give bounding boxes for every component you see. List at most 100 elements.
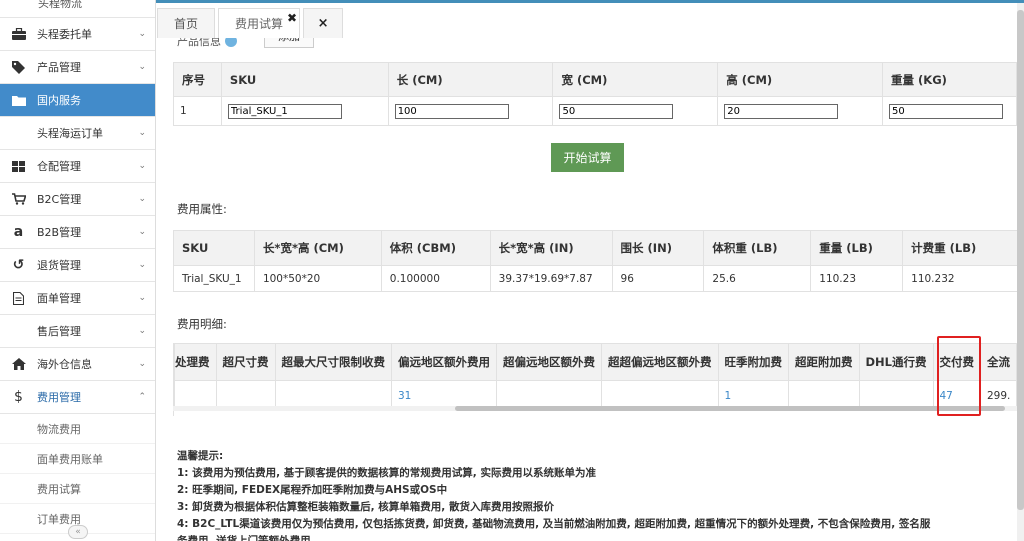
column-header: 旺季附加费 bbox=[717, 343, 789, 381]
sidebar-item-label: 售后管理 bbox=[37, 325, 81, 338]
sidebar-item-labels[interactable]: 面单管理 ⌄ bbox=[0, 282, 155, 315]
sidebar-item-inbound-orders[interactable]: 头程委托单 ⌄ bbox=[0, 18, 155, 51]
chevron-up-icon: ⌃ bbox=[138, 392, 146, 402]
chevron-down-icon: ⌄ bbox=[138, 29, 146, 39]
column-header: 高 (CM) bbox=[717, 62, 884, 97]
input-table: 序号 SKU 长 (CM) 宽 (CM) 高 (CM) 重量 (KG) 1 bbox=[173, 62, 1017, 126]
width-input[interactable] bbox=[559, 103, 674, 119]
notes-title: 温馨提示: bbox=[177, 450, 224, 462]
column-header: 重量 (LB) bbox=[810, 230, 904, 266]
scrollbar-thumb[interactable] bbox=[455, 406, 1005, 411]
sidebar-item-after-sales[interactable]: 售后管理 ⌄ bbox=[0, 315, 155, 348]
main-content: 产品信息 添加 序号 SKU 长 (CM) 宽 (CM) 高 (CM) 重量 (… bbox=[157, 38, 1017, 541]
grid-icon bbox=[0, 160, 37, 172]
document-icon bbox=[0, 291, 37, 305]
add-button[interactable]: 添加 bbox=[264, 38, 314, 48]
sidebar-item-returns[interactable]: ↺ 退货管理 ⌄ bbox=[0, 249, 155, 282]
vertical-scrollbar-thumb[interactable] bbox=[1017, 10, 1024, 510]
info-icon bbox=[225, 38, 237, 47]
sidebar-child-fee-trial[interactable]: 费用试算 bbox=[0, 474, 155, 504]
note-line: 务费用, 送货上门等额外费用 bbox=[177, 535, 311, 541]
column-header: 序号 bbox=[173, 62, 222, 97]
table-cell: 96 bbox=[611, 265, 705, 292]
sidebar-collapse-button[interactable]: « bbox=[68, 525, 88, 539]
column-header: 超尺寸费 bbox=[215, 343, 276, 381]
sidebar-item-domestic-services[interactable]: 国内服务 bbox=[0, 84, 155, 117]
cart-icon bbox=[0, 193, 37, 205]
fee-details-table: 处理费 超尺寸费 超最大尺寸限制收费 偏远地区额外费用 超偏远地区额外费 超超偏… bbox=[174, 343, 1017, 411]
horizontal-scrollbar[interactable] bbox=[173, 406, 1017, 411]
tag-icon bbox=[0, 60, 37, 74]
chevron-down-icon: ⌄ bbox=[138, 194, 146, 204]
folder-icon bbox=[0, 95, 37, 106]
close-icon[interactable]: ✖ bbox=[287, 11, 297, 25]
column-header: 体积重 (LB) bbox=[703, 230, 812, 266]
sidebar-item-sea-orders[interactable]: 头程海运订单 ⌄ bbox=[0, 117, 155, 150]
column-header: DHL通行费 bbox=[858, 343, 934, 381]
column-header: 长*宽*高 (CM) bbox=[253, 230, 382, 266]
sidebar-item-fees[interactable]: $ 费用管理 ⌃ bbox=[0, 381, 155, 414]
table-header-row: 序号 SKU 长 (CM) 宽 (CM) 高 (CM) 重量 (KG) bbox=[173, 62, 1017, 97]
column-header: 超最大尺寸限制收费 bbox=[274, 343, 392, 381]
briefcase-icon bbox=[0, 28, 37, 40]
sidebar-item-products[interactable]: 产品管理 ⌄ bbox=[0, 51, 155, 84]
column-header: 全流 bbox=[980, 343, 1017, 381]
close-all-tabs-button[interactable]: × bbox=[303, 8, 344, 38]
table-header-row: SKU 长*宽*高 (CM) 体积 (CBM) 长*宽*高 (IN) 围长 (I… bbox=[173, 230, 1017, 266]
note-line: 4: B2C_LTL渠道该费用仅为预估费用, 仅包括拣货费, 卸货费, 基础物流… bbox=[177, 518, 931, 530]
sidebar-item-label: 费用管理 bbox=[37, 391, 81, 404]
table-row: 1 bbox=[173, 96, 1017, 126]
sidebar-item-label: B2C管理 bbox=[37, 193, 82, 206]
highlight-box bbox=[937, 336, 981, 416]
sidebar-child-label-bills[interactable]: 面单费用账单 bbox=[0, 444, 155, 474]
column-header: 体积 (CBM) bbox=[380, 230, 491, 266]
chevron-down-icon: ⌄ bbox=[138, 62, 146, 72]
sidebar-item-warehouse[interactable]: 仓配管理 ⌄ bbox=[0, 150, 155, 183]
chevron-down-icon: ⌄ bbox=[138, 161, 146, 171]
home-icon bbox=[0, 358, 37, 370]
table-cell: 110.232 bbox=[902, 265, 1017, 292]
table-cell: 100*50*20 bbox=[253, 265, 382, 292]
sidebar-item-label: 海外仓信息 bbox=[37, 358, 92, 371]
weight-input[interactable] bbox=[889, 103, 1004, 119]
table-cell: 25.6 bbox=[703, 265, 812, 292]
fee-attributes-label: 费用属性: bbox=[177, 202, 227, 216]
chevron-down-icon: ⌄ bbox=[138, 359, 146, 369]
table-cell: 0.100000 bbox=[380, 265, 491, 292]
sidebar-item-label: 退货管理 bbox=[37, 259, 81, 272]
amazon-icon: a bbox=[13, 224, 24, 240]
sidebar-item-label: 头程海运订单 bbox=[37, 127, 103, 140]
sku-input[interactable] bbox=[227, 103, 342, 119]
column-header: SKU bbox=[173, 230, 255, 266]
table-row: Trial_SKU_1 100*50*20 0.100000 39.37*19.… bbox=[173, 265, 1017, 292]
sidebar-item-label: 产品管理 bbox=[37, 61, 81, 74]
column-header: 超偏远地区额外费 bbox=[496, 343, 602, 381]
tab-fee-trial[interactable]: 费用试算 ✖ bbox=[218, 8, 301, 38]
column-header: 超超偏远地区额外费 bbox=[601, 343, 719, 381]
tab-home[interactable]: 首页 bbox=[157, 8, 216, 38]
column-header: 重量 (KG) bbox=[882, 62, 1017, 97]
sidebar-item-label: 面单管理 bbox=[37, 292, 81, 305]
sidebar-item-b2b[interactable]: a B2B管理 ⌄ bbox=[0, 216, 155, 249]
sidebar-item-overseas-warehouse[interactable]: 海外仓信息 ⌄ bbox=[0, 348, 155, 381]
length-input[interactable] bbox=[394, 103, 509, 119]
chevron-down-icon: ⌄ bbox=[138, 326, 146, 336]
table-cell: Trial_SKU_1 bbox=[173, 265, 255, 292]
sidebar-item-label: 头程委托单 bbox=[37, 28, 92, 41]
start-calculation-button[interactable]: 开始试算 bbox=[551, 143, 624, 172]
fee-details-label: 费用明细: bbox=[177, 317, 227, 331]
sidebar-item-cut[interactable]: 头程物流 bbox=[0, 0, 155, 18]
sidebar-child-logistics-fees[interactable]: 物流费用 bbox=[0, 414, 155, 444]
column-header: 计费重 (LB) bbox=[902, 230, 1017, 266]
column-header: 宽 (CM) bbox=[552, 62, 719, 97]
height-input[interactable] bbox=[724, 103, 839, 119]
column-header: 偏远地区额外费用 bbox=[391, 343, 497, 381]
column-header: 超距附加费 bbox=[788, 343, 860, 381]
column-header: 处理费 bbox=[174, 343, 217, 381]
chevron-down-icon: ⌄ bbox=[138, 128, 146, 138]
row-index: 1 bbox=[173, 96, 222, 126]
table-cell: 39.37*19.69*7.87 bbox=[489, 265, 613, 292]
table-header-row: 处理费 超尺寸费 超最大尺寸限制收费 偏远地区额外费用 超偏远地区额外费 超超偏… bbox=[174, 343, 1017, 381]
sidebar-item-b2c[interactable]: B2C管理 ⌄ bbox=[0, 183, 155, 216]
note-line: 1: 该费用为预估费用, 基于顾客提供的数据核算的常规费用试算, 实际费用以系统… bbox=[177, 467, 596, 479]
